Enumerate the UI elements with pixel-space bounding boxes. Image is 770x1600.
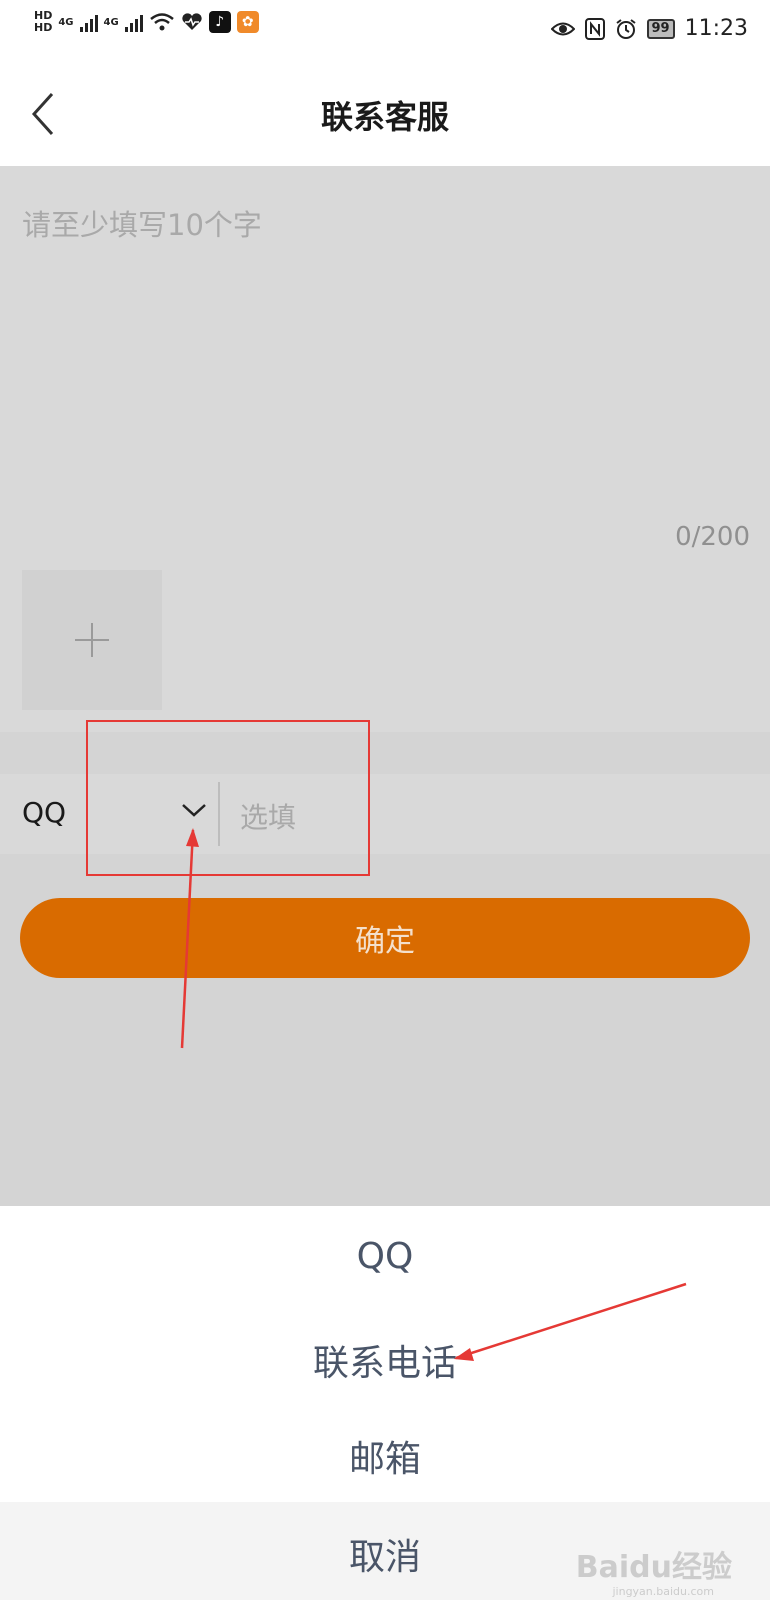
watermark-url: jingyan.baidu.com [612, 1585, 714, 1598]
sheet-option-email[interactable]: 邮箱 [0, 1430, 770, 1482]
char-counter: 0/200 [675, 522, 750, 552]
nfc-icon [584, 17, 605, 40]
page-content-overlay[interactable]: 请至少填写10个字 0/200 QQ 选填 确定 [0, 166, 770, 1206]
add-image-button[interactable] [22, 570, 162, 710]
nav-bar: 联系客服 [0, 62, 770, 166]
feedback-textarea[interactable]: 请至少填写10个字 0/200 [0, 166, 770, 732]
sheet-option-phone[interactable]: 联系电话 [0, 1334, 770, 1386]
wifi-icon [149, 13, 174, 31]
battery-icon: 99 [646, 18, 675, 39]
network-type-1: 4G [58, 16, 74, 28]
eye-icon [550, 22, 575, 35]
status-time: 11:23 [684, 16, 748, 41]
sheet-option-qq[interactable]: QQ [0, 1236, 770, 1277]
hd-label-2: HD [34, 21, 53, 34]
network-type-2: 4G [103, 16, 119, 28]
annotation-highlight-box [86, 720, 370, 876]
status-bar: HD HD 4G 4G ♪ ✿ 99 11:23 [0, 0, 770, 62]
signal-icon [79, 12, 98, 32]
contact-type-selected[interactable]: QQ [22, 796, 66, 829]
tiktok-icon: ♪ [208, 11, 231, 33]
watermark-logo: Baidu经验 [575, 1550, 732, 1585]
heart-icon [182, 13, 202, 31]
status-left: HD HD 4G 4G ♪ ✿ [34, 10, 259, 34]
signal-icon [124, 12, 143, 32]
status-right: 99 11:23 [550, 16, 748, 41]
action-sheet: QQ 联系电话 邮箱 取消 [0, 1206, 770, 1600]
confirm-button[interactable]: 确定 [20, 898, 750, 978]
page-title: 联系客服 [320, 98, 449, 136]
uc-browser-icon: ✿ [236, 11, 259, 33]
hd-indicator: HD HD [34, 10, 52, 34]
alarm-icon [615, 18, 636, 39]
plus-icon-vertical [91, 623, 93, 657]
feedback-placeholder: 请至少填写10个字 [22, 208, 262, 242]
